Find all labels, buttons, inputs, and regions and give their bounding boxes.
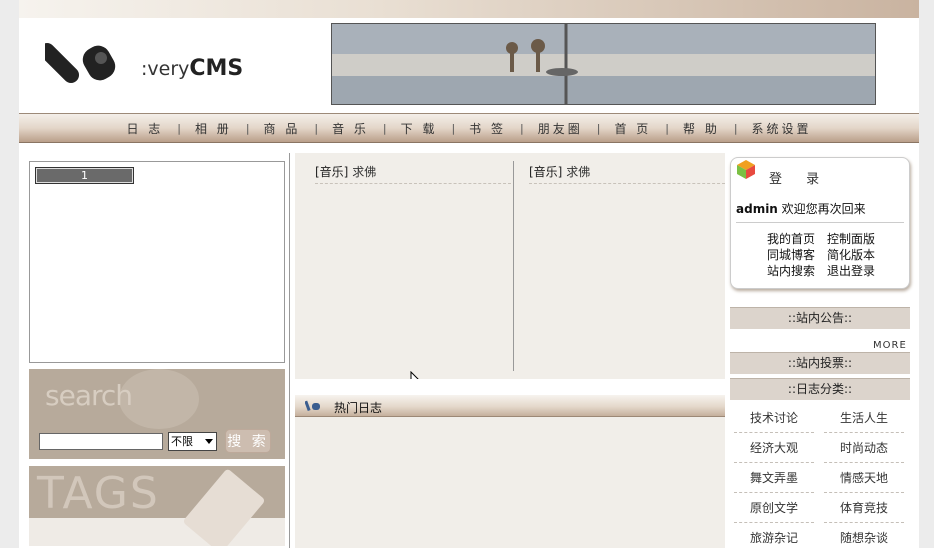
user-login-icon — [737, 160, 755, 179]
category-row: 经济大观 时尚动态 — [734, 433, 908, 463]
music-title-link[interactable]: 求佛 — [352, 165, 376, 179]
tags-panel: TAGS — [29, 466, 285, 546]
category-link[interactable]: 情感天地 — [824, 463, 904, 493]
local-blogs-link[interactable]: 同城博客 — [767, 247, 821, 263]
category-link[interactable]: 生活人生 — [824, 403, 904, 433]
logo-text: :veryCMS — [141, 56, 243, 81]
hot-posts-header: 热门日志 — [295, 395, 725, 417]
search-button[interactable]: 搜 索 — [225, 429, 271, 453]
logo-suffix: CMS — [189, 56, 244, 81]
nav-item-album[interactable]: 相 册 — [181, 120, 246, 137]
slider-page-button[interactable]: 1 — [35, 167, 134, 184]
logo-mark-icon — [45, 42, 116, 84]
category-link[interactable]: 体育竞技 — [824, 493, 904, 523]
category-row: 技术讨论 生活人生 — [734, 403, 908, 433]
simple-version-link[interactable]: 简化版本 — [827, 247, 881, 263]
main-nav: 日 志 | 相 册 | 商 品 | 音 乐 | 下 载 | 书 签 | 朋友圈 … — [19, 113, 919, 143]
search-watermark: search — [45, 379, 133, 412]
search-scope-select[interactable]: 不限 — [168, 432, 217, 451]
site-logo[interactable]: :veryCMS — [45, 28, 295, 90]
category-link[interactable]: 原创文学 — [734, 493, 814, 523]
category-link[interactable]: 舞文弄墨 — [734, 463, 814, 493]
login-panel: 登 录 admin 欢迎您再次回来 我的首页 控制面版 同城博客 简化版本 站内… — [730, 157, 910, 289]
tags-watermark: TAGS — [37, 468, 160, 519]
login-title: 登 录 — [769, 172, 830, 187]
music-category-link[interactable]: [音乐] — [315, 165, 348, 179]
music-list-left: [音乐] 求佛 — [315, 153, 511, 371]
control-panel-link[interactable]: 控制面版 — [827, 231, 881, 247]
nav-item-bookmark[interactable]: 书 签 — [455, 120, 520, 137]
category-link[interactable]: 旅游杂记 — [734, 523, 814, 548]
center-column: [音乐] 求佛 [音乐] 求佛 热门日志 — [295, 153, 725, 548]
announcement-header: ::站内公告:: — [730, 307, 910, 329]
logout-link[interactable]: 退出登录 — [827, 263, 881, 279]
login-links: 我的首页 控制面版 同城博客 简化版本 站内搜索 退出登录 — [767, 231, 887, 279]
search-input[interactable] — [39, 433, 163, 450]
music-category-link[interactable]: [音乐] — [529, 165, 562, 179]
login-welcome: admin 欢迎您再次回来 — [736, 200, 866, 217]
site-search-link[interactable]: 站内搜索 — [767, 263, 821, 279]
image-slider: 1 — [29, 161, 285, 363]
vote-header: ::站内投票:: — [730, 352, 910, 374]
category-row: 旅游杂记 随想杂谈 — [734, 523, 908, 548]
nav-item-home[interactable]: 首 页 — [600, 120, 665, 137]
divider — [736, 222, 904, 223]
category-row: 舞文弄墨 情感天地 — [734, 463, 908, 493]
column-divider — [289, 153, 290, 548]
category-link[interactable]: 技术讨论 — [734, 403, 814, 433]
center-divider — [513, 161, 514, 371]
logo-prefix: :very — [141, 58, 190, 80]
list-item[interactable]: [音乐] 求佛 — [529, 153, 725, 184]
top-strip — [19, 0, 919, 18]
category-link[interactable]: 经济大观 — [734, 433, 814, 463]
nav-item-settings[interactable]: 系统设置 — [738, 120, 826, 137]
category-grid: 技术讨论 生活人生 经济大观 时尚动态 舞文弄墨 情感天地 原创文学 体育竞技 … — [734, 403, 908, 548]
category-link[interactable]: 时尚动态 — [824, 433, 904, 463]
nav-item-goods[interactable]: 商 品 — [250, 120, 315, 137]
nav-item-friends[interactable]: 朋友圈 — [524, 120, 597, 137]
category-header: ::日志分类:: — [730, 378, 910, 400]
nav-item-music[interactable]: 音 乐 — [318, 120, 383, 137]
chevron-down-icon — [205, 439, 213, 444]
logo-small-icon — [305, 400, 320, 412]
nav-item-download[interactable]: 下 载 — [387, 120, 452, 137]
nav-item-help[interactable]: 帮 助 — [669, 120, 734, 137]
left-column: 1 search 不限 搜 索 TAGS — [29, 161, 285, 546]
search-panel: search 不限 搜 索 — [29, 369, 285, 459]
music-title-link[interactable]: 求佛 — [566, 165, 590, 179]
music-list-right: [音乐] 求佛 — [529, 153, 725, 371]
banner-scene-icon — [332, 24, 875, 104]
header-banner-image — [331, 23, 876, 105]
category-row: 原创文学 体育竞技 — [734, 493, 908, 523]
welcome-text: 欢迎您再次回来 — [777, 202, 866, 216]
more-link[interactable]: MORE — [873, 340, 907, 351]
list-item[interactable]: [音乐] 求佛 — [315, 153, 511, 184]
hot-posts-title: 热门日志 — [334, 401, 383, 415]
my-home-link[interactable]: 我的首页 — [767, 231, 821, 247]
username: admin — [736, 202, 778, 216]
spacer — [295, 379, 725, 395]
nav-item-blog[interactable]: 日 志 — [112, 120, 177, 137]
category-link[interactable]: 随想杂谈 — [824, 523, 904, 548]
search-scope-value: 不限 — [171, 435, 193, 448]
page: :veryCMS 日 志 | 相 册 | 商 品 | 音 乐 | 下 载 | 书 — [19, 0, 919, 548]
